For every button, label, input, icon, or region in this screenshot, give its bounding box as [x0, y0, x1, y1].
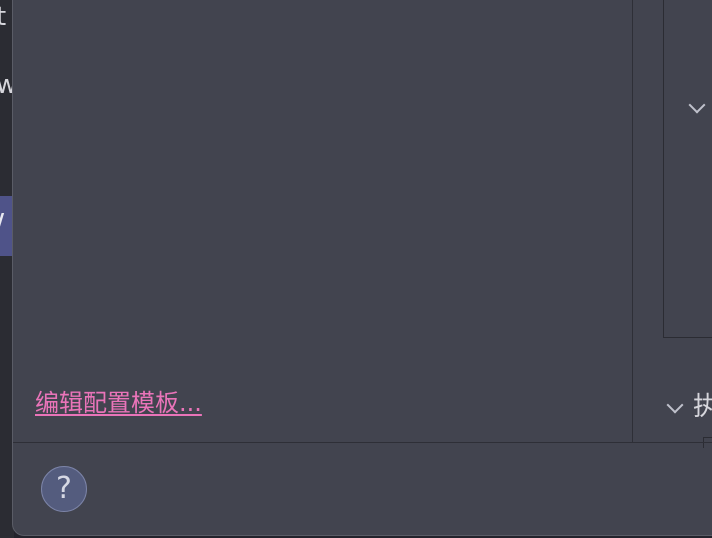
chevron-down-icon[interactable]: [666, 396, 684, 414]
screen: t w / 编辑配置模板... 执 ?: [0, 0, 712, 538]
configuration-details-panel: 执: [633, 0, 712, 448]
background-selected-item[interactable]: /: [0, 196, 12, 256]
background-selected-text: /: [0, 208, 4, 243]
help-button[interactable]: ?: [41, 466, 87, 512]
run-configurations-dialog: 编辑配置模板... 执 ?: [12, 0, 712, 536]
details-group-box: [663, 0, 712, 338]
edit-configuration-templates-link[interactable]: 编辑配置模板...: [35, 388, 202, 418]
section-header-label[interactable]: 执: [693, 392, 712, 422]
background-text: t: [0, 2, 7, 32]
help-icon: ?: [56, 471, 72, 506]
dialog-footer: ?: [13, 443, 712, 535]
configuration-list-panel: 编辑配置模板...: [13, 0, 632, 442]
